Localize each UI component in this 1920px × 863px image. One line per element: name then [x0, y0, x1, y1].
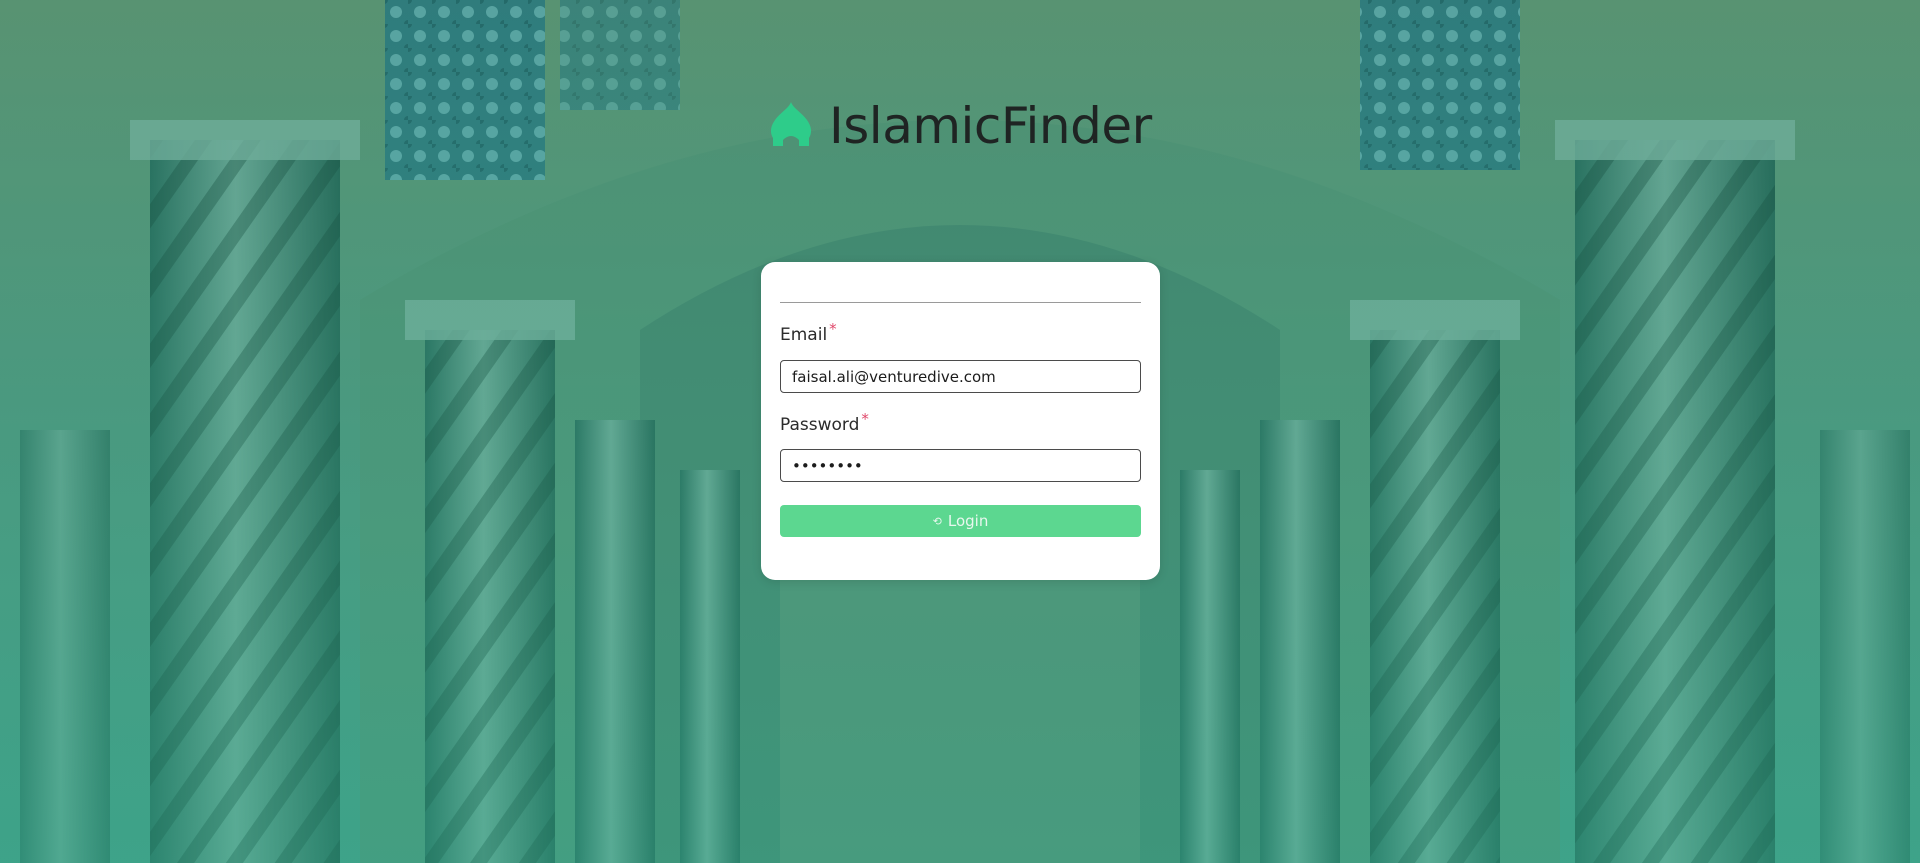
login-page: IslamicFinder Email * Password * ⟲ Login: [0, 0, 1920, 863]
mosque-dome-icon: [770, 102, 812, 146]
password-input[interactable]: [780, 449, 1141, 482]
email-label-text: Email: [780, 325, 828, 345]
password-required-mark: *: [861, 410, 869, 428]
email-label: Email *: [780, 320, 837, 345]
login-button-label: Login: [947, 512, 989, 530]
login-card: Email * Password * ⟲ Login: [761, 262, 1160, 580]
login-button[interactable]: ⟲ Login: [780, 505, 1141, 537]
password-label: Password *: [780, 410, 869, 435]
card-divider: [780, 302, 1141, 303]
brand-name: IslamicFinder: [829, 97, 1152, 155]
password-label-text: Password: [780, 415, 860, 435]
loading-spinner-icon: ⟲: [932, 514, 942, 528]
brand-logo[interactable]: IslamicFinder: [767, 94, 1152, 158]
email-input[interactable]: [780, 360, 1141, 393]
email-required-mark: *: [829, 320, 837, 338]
